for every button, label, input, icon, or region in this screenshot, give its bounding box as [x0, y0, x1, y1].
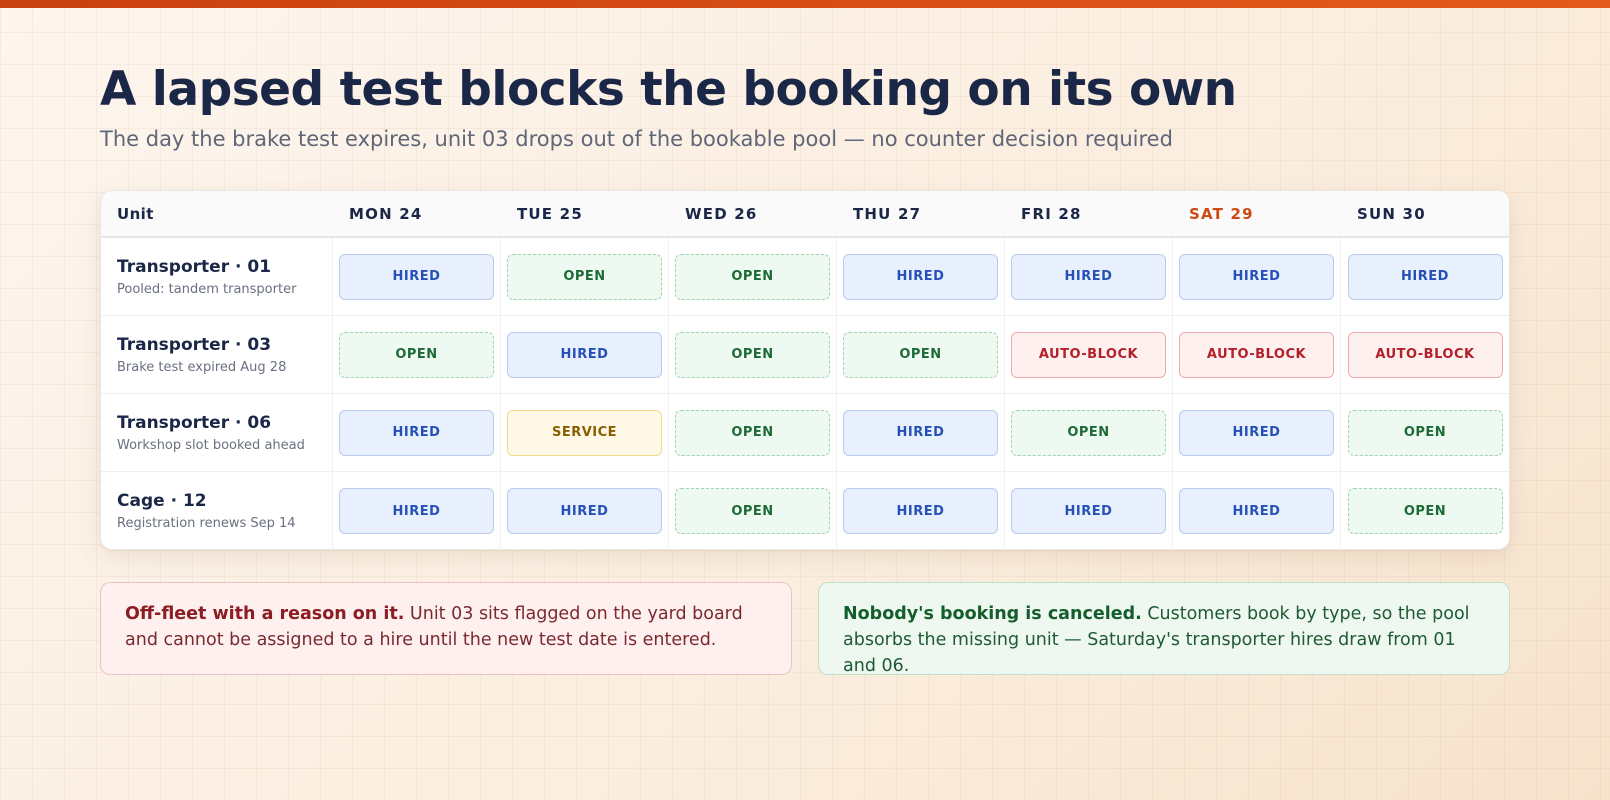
board-header: Unit MON 24 TUE 25 WED 26 THU 27 FRI 28 …: [101, 191, 1509, 238]
day-header-label: MON 24: [349, 205, 423, 223]
day-header-label: SUN 30: [1357, 205, 1426, 223]
unit-header-label: Unit: [117, 205, 154, 223]
day-header-label: TUE 25: [517, 205, 583, 223]
day-cell: HIRED: [1173, 238, 1341, 315]
page-subtitle: The day the brake test expires, unit 03 …: [100, 127, 1173, 151]
day-cell: OPEN: [501, 238, 669, 315]
day-cell: HIRED: [333, 238, 501, 315]
status-chip[interactable]: HIRED: [339, 409, 494, 456]
day-cell: OPEN: [1341, 394, 1509, 471]
day-header-fri: FRI 28: [1005, 204, 1173, 223]
day-cell: OPEN: [669, 472, 837, 549]
day-cell: HIRED: [333, 472, 501, 549]
unit-cell: Cage · 12 Registration renews Sep 14: [101, 472, 333, 549]
day-cell: HIRED: [1005, 472, 1173, 549]
status-chip[interactable]: OPEN: [1347, 488, 1503, 534]
unit-row-transporter-01: Transporter · 01 Pooled: tandem transpor…: [101, 238, 1509, 316]
day-cell: HIRED: [501, 472, 669, 549]
day-cell: HIRED: [837, 394, 1005, 471]
day-header-label: SAT 29: [1189, 205, 1254, 223]
unit-row-transporter-06: Transporter · 06 Workshop slot booked ah…: [101, 394, 1509, 472]
unit-name: Transporter · 03: [117, 334, 272, 355]
status-chip[interactable]: AUTO-BLOCK: [1347, 331, 1503, 378]
day-cell: AUTO-BLOCK: [1173, 316, 1341, 393]
day-cell: HIRED: [837, 238, 1005, 315]
unit-cell: Transporter · 03 Brake test expired Aug …: [101, 316, 333, 393]
status-chip[interactable]: HIRED: [1179, 409, 1334, 456]
day-cell: OPEN: [837, 316, 1005, 393]
unit-cell: Transporter · 01 Pooled: tandem transpor…: [101, 238, 333, 315]
status-chip[interactable]: HIRED: [843, 253, 998, 300]
status-chip[interactable]: OPEN: [675, 409, 830, 456]
day-cell: HIRED: [333, 394, 501, 471]
status-chip[interactable]: OPEN: [1011, 409, 1166, 456]
day-cell: HIRED: [1341, 238, 1509, 315]
status-chip[interactable]: OPEN: [339, 331, 494, 378]
day-header-label: WED 26: [685, 205, 758, 223]
status-chip[interactable]: HIRED: [843, 488, 998, 534]
status-chip[interactable]: HIRED: [339, 488, 494, 534]
status-chip[interactable]: OPEN: [1347, 409, 1503, 456]
unit-name: Transporter · 06: [117, 412, 272, 433]
unit-row-transporter-03: Transporter · 03 Brake test expired Aug …: [101, 316, 1509, 394]
status-chip[interactable]: AUTO-BLOCK: [1011, 331, 1166, 378]
status-chip[interactable]: OPEN: [675, 488, 830, 534]
day-cell: OPEN: [669, 394, 837, 471]
status-chip[interactable]: HIRED: [1011, 253, 1166, 300]
day-header-sat: SAT 29: [1173, 204, 1341, 223]
status-chip[interactable]: HIRED: [507, 331, 662, 378]
day-header-wed: WED 26: [669, 204, 837, 223]
callout-lead: Off-fleet with a reason on it.: [125, 604, 405, 624]
unit-column-header: Unit: [101, 204, 333, 223]
day-header-label: THU 27: [853, 205, 922, 223]
off-fleet-callout: Off-fleet with a reason on it. Unit 03 s…: [100, 582, 792, 675]
day-cell: HIRED: [501, 316, 669, 393]
callout-lead: Nobody's booking is canceled.: [843, 604, 1142, 624]
day-header-mon: MON 24: [333, 204, 501, 223]
unit-note: Pooled: tandem transporter: [117, 281, 297, 297]
status-chip[interactable]: SERVICE: [507, 409, 662, 456]
unit-row-cage-12: Cage · 12 Registration renews Sep 14 HIR…: [101, 472, 1509, 549]
day-cell: HIRED: [837, 472, 1005, 549]
unit-name: Transporter · 01: [117, 256, 272, 277]
availability-board: Unit MON 24 TUE 25 WED 26 THU 27 FRI 28 …: [100, 190, 1510, 550]
status-chip[interactable]: HIRED: [1179, 488, 1334, 534]
status-chip[interactable]: HIRED: [339, 253, 494, 300]
unit-note: Brake test expired Aug 28: [117, 359, 287, 375]
unit-note: Registration renews Sep 14: [117, 516, 296, 531]
accent-top-bar: [0, 0, 1610, 8]
day-cell: OPEN: [1341, 472, 1509, 549]
status-chip[interactable]: OPEN: [507, 253, 662, 300]
status-chip[interactable]: OPEN: [675, 331, 830, 378]
day-cell: HIRED: [1173, 394, 1341, 471]
day-cell: AUTO-BLOCK: [1005, 316, 1173, 393]
status-chip[interactable]: OPEN: [843, 331, 998, 378]
unit-name: Cage · 12: [117, 491, 207, 511]
day-header-tue: TUE 25: [501, 204, 669, 223]
booking-callout: Nobody's booking is canceled. Customers …: [818, 582, 1510, 676]
day-cell: OPEN: [669, 238, 837, 315]
day-cell: OPEN: [669, 316, 837, 393]
status-chip[interactable]: HIRED: [1347, 253, 1503, 300]
unit-cell: Transporter · 06 Workshop slot booked ah…: [101, 394, 333, 471]
status-chip[interactable]: HIRED: [843, 409, 998, 456]
unit-note: Workshop slot booked ahead: [117, 437, 305, 453]
day-cell: OPEN: [333, 316, 501, 393]
status-chip[interactable]: AUTO-BLOCK: [1179, 331, 1334, 378]
status-chip[interactable]: HIRED: [507, 488, 662, 534]
day-cell: HIRED: [1173, 472, 1341, 549]
page-title: A lapsed test blocks the booking on its …: [100, 62, 1237, 117]
status-chip[interactable]: HIRED: [1011, 488, 1166, 534]
day-cell: OPEN: [1005, 394, 1173, 471]
day-header-sun: SUN 30: [1341, 204, 1509, 223]
status-chip[interactable]: HIRED: [1179, 253, 1334, 300]
day-cell: HIRED: [1005, 238, 1173, 315]
day-header-thu: THU 27: [837, 204, 1005, 223]
day-header-label: FRI 28: [1021, 205, 1082, 223]
day-cell: AUTO-BLOCK: [1341, 316, 1509, 393]
day-cell: SERVICE: [501, 394, 669, 471]
status-chip[interactable]: OPEN: [675, 253, 830, 300]
